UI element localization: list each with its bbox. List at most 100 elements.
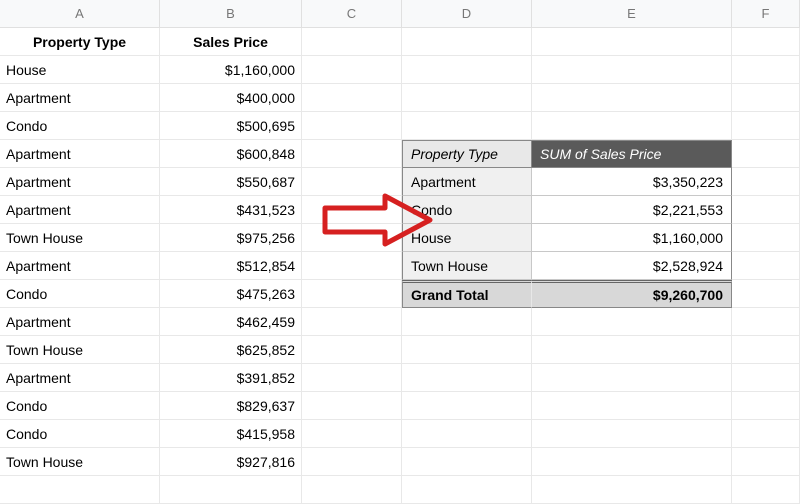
- empty-cell[interactable]: [302, 420, 402, 448]
- data-cell[interactable]: $512,854: [160, 252, 302, 280]
- data-cell[interactable]: Apartment: [0, 140, 160, 168]
- header-sales-price[interactable]: Sales Price: [160, 28, 302, 56]
- empty-cell[interactable]: [302, 224, 402, 252]
- empty-cell[interactable]: [402, 28, 532, 56]
- empty-cell[interactable]: [302, 28, 402, 56]
- empty-cell[interactable]: [302, 280, 402, 308]
- empty-cell[interactable]: [732, 140, 800, 168]
- empty-cell[interactable]: [532, 84, 732, 112]
- empty-cell[interactable]: [532, 364, 732, 392]
- col-header-d[interactable]: D: [402, 0, 532, 28]
- empty-cell[interactable]: [302, 196, 402, 224]
- data-cell[interactable]: Apartment: [0, 84, 160, 112]
- empty-cell[interactable]: [302, 252, 402, 280]
- empty-cell[interactable]: [732, 28, 800, 56]
- data-cell[interactable]: Apartment: [0, 308, 160, 336]
- data-cell[interactable]: $927,816: [160, 448, 302, 476]
- data-cell[interactable]: $829,637: [160, 392, 302, 420]
- empty-cell[interactable]: [732, 392, 800, 420]
- col-header-c[interactable]: C: [302, 0, 402, 28]
- empty-cell[interactable]: [532, 448, 732, 476]
- empty-cell[interactable]: [302, 140, 402, 168]
- col-header-e[interactable]: E: [532, 0, 732, 28]
- empty-cell[interactable]: [302, 84, 402, 112]
- empty-cell[interactable]: [402, 112, 532, 140]
- data-cell[interactable]: $475,263: [160, 280, 302, 308]
- empty-cell[interactable]: [532, 336, 732, 364]
- empty-cell[interactable]: [732, 364, 800, 392]
- empty-cell[interactable]: [732, 336, 800, 364]
- empty-cell[interactable]: [402, 308, 532, 336]
- spreadsheet-grid[interactable]: A B C D E F Property Type Sales Price Ho…: [0, 0, 800, 504]
- empty-cell[interactable]: [302, 392, 402, 420]
- data-cell[interactable]: Condo: [0, 420, 160, 448]
- data-cell[interactable]: $975,256: [160, 224, 302, 252]
- pivot-total-label[interactable]: Grand Total: [402, 280, 532, 308]
- data-cell[interactable]: Apartment: [0, 196, 160, 224]
- empty-cell[interactable]: [402, 448, 532, 476]
- pivot-row-label[interactable]: Condo: [402, 196, 532, 224]
- pivot-row-label[interactable]: Apartment: [402, 168, 532, 196]
- pivot-header-sum[interactable]: SUM of Sales Price: [532, 140, 732, 168]
- pivot-row-label[interactable]: Town House: [402, 252, 532, 280]
- data-cell[interactable]: $625,852: [160, 336, 302, 364]
- empty-cell[interactable]: [732, 448, 800, 476]
- pivot-row-value[interactable]: $2,528,924: [532, 252, 732, 280]
- data-cell[interactable]: House: [0, 56, 160, 84]
- empty-cell[interactable]: [732, 252, 800, 280]
- empty-cell[interactable]: [732, 420, 800, 448]
- pivot-row-value[interactable]: $2,221,553: [532, 196, 732, 224]
- data-cell[interactable]: $431,523: [160, 196, 302, 224]
- empty-cell[interactable]: [402, 84, 532, 112]
- empty-cell[interactable]: [532, 308, 732, 336]
- col-header-a[interactable]: A: [0, 0, 160, 28]
- data-cell[interactable]: $1,160,000: [160, 56, 302, 84]
- data-cell[interactable]: $500,695: [160, 112, 302, 140]
- data-cell[interactable]: Town House: [0, 224, 160, 252]
- empty-cell[interactable]: [302, 364, 402, 392]
- empty-cell[interactable]: [732, 308, 800, 336]
- data-cell[interactable]: Condo: [0, 112, 160, 140]
- empty-cell[interactable]: [532, 28, 732, 56]
- data-cell[interactable]: Condo: [0, 392, 160, 420]
- data-cell[interactable]: Apartment: [0, 168, 160, 196]
- empty-cell[interactable]: [302, 56, 402, 84]
- empty-cell[interactable]: [532, 56, 732, 84]
- empty-cell[interactable]: [732, 224, 800, 252]
- empty-cell[interactable]: [402, 420, 532, 448]
- header-property-type[interactable]: Property Type: [0, 28, 160, 56]
- empty-cell[interactable]: [532, 392, 732, 420]
- data-cell[interactable]: $550,687: [160, 168, 302, 196]
- empty-cell[interactable]: [402, 336, 532, 364]
- data-cell[interactable]: $415,958: [160, 420, 302, 448]
- data-cell[interactable]: Town House: [0, 336, 160, 364]
- empty-cell[interactable]: [302, 336, 402, 364]
- empty-cell[interactable]: [732, 196, 800, 224]
- col-header-b[interactable]: B: [160, 0, 302, 28]
- empty-cell[interactable]: [732, 112, 800, 140]
- pivot-total-value[interactable]: $9,260,700: [532, 280, 732, 308]
- pivot-header-label[interactable]: Property Type: [402, 140, 532, 168]
- empty-cell[interactable]: [732, 84, 800, 112]
- pivot-row-value[interactable]: $1,160,000: [532, 224, 732, 252]
- data-cell[interactable]: $391,852: [160, 364, 302, 392]
- data-cell[interactable]: $400,000: [160, 84, 302, 112]
- empty-cell[interactable]: [402, 364, 532, 392]
- empty-cell[interactable]: [532, 112, 732, 140]
- empty-cell[interactable]: [732, 280, 800, 308]
- empty-cell[interactable]: [302, 308, 402, 336]
- empty-cell[interactable]: [302, 112, 402, 140]
- data-cell[interactable]: $462,459: [160, 308, 302, 336]
- empty-cell[interactable]: [402, 392, 532, 420]
- data-cell[interactable]: $600,848: [160, 140, 302, 168]
- col-header-f[interactable]: F: [732, 0, 800, 28]
- pivot-row-label[interactable]: House: [402, 224, 532, 252]
- empty-cell[interactable]: [732, 56, 800, 84]
- empty-cell[interactable]: [532, 420, 732, 448]
- empty-cell[interactable]: [732, 168, 800, 196]
- empty-cell[interactable]: [302, 168, 402, 196]
- data-cell[interactable]: Apartment: [0, 252, 160, 280]
- data-cell[interactable]: Town House: [0, 448, 160, 476]
- empty-cell[interactable]: [302, 448, 402, 476]
- data-cell[interactable]: Apartment: [0, 364, 160, 392]
